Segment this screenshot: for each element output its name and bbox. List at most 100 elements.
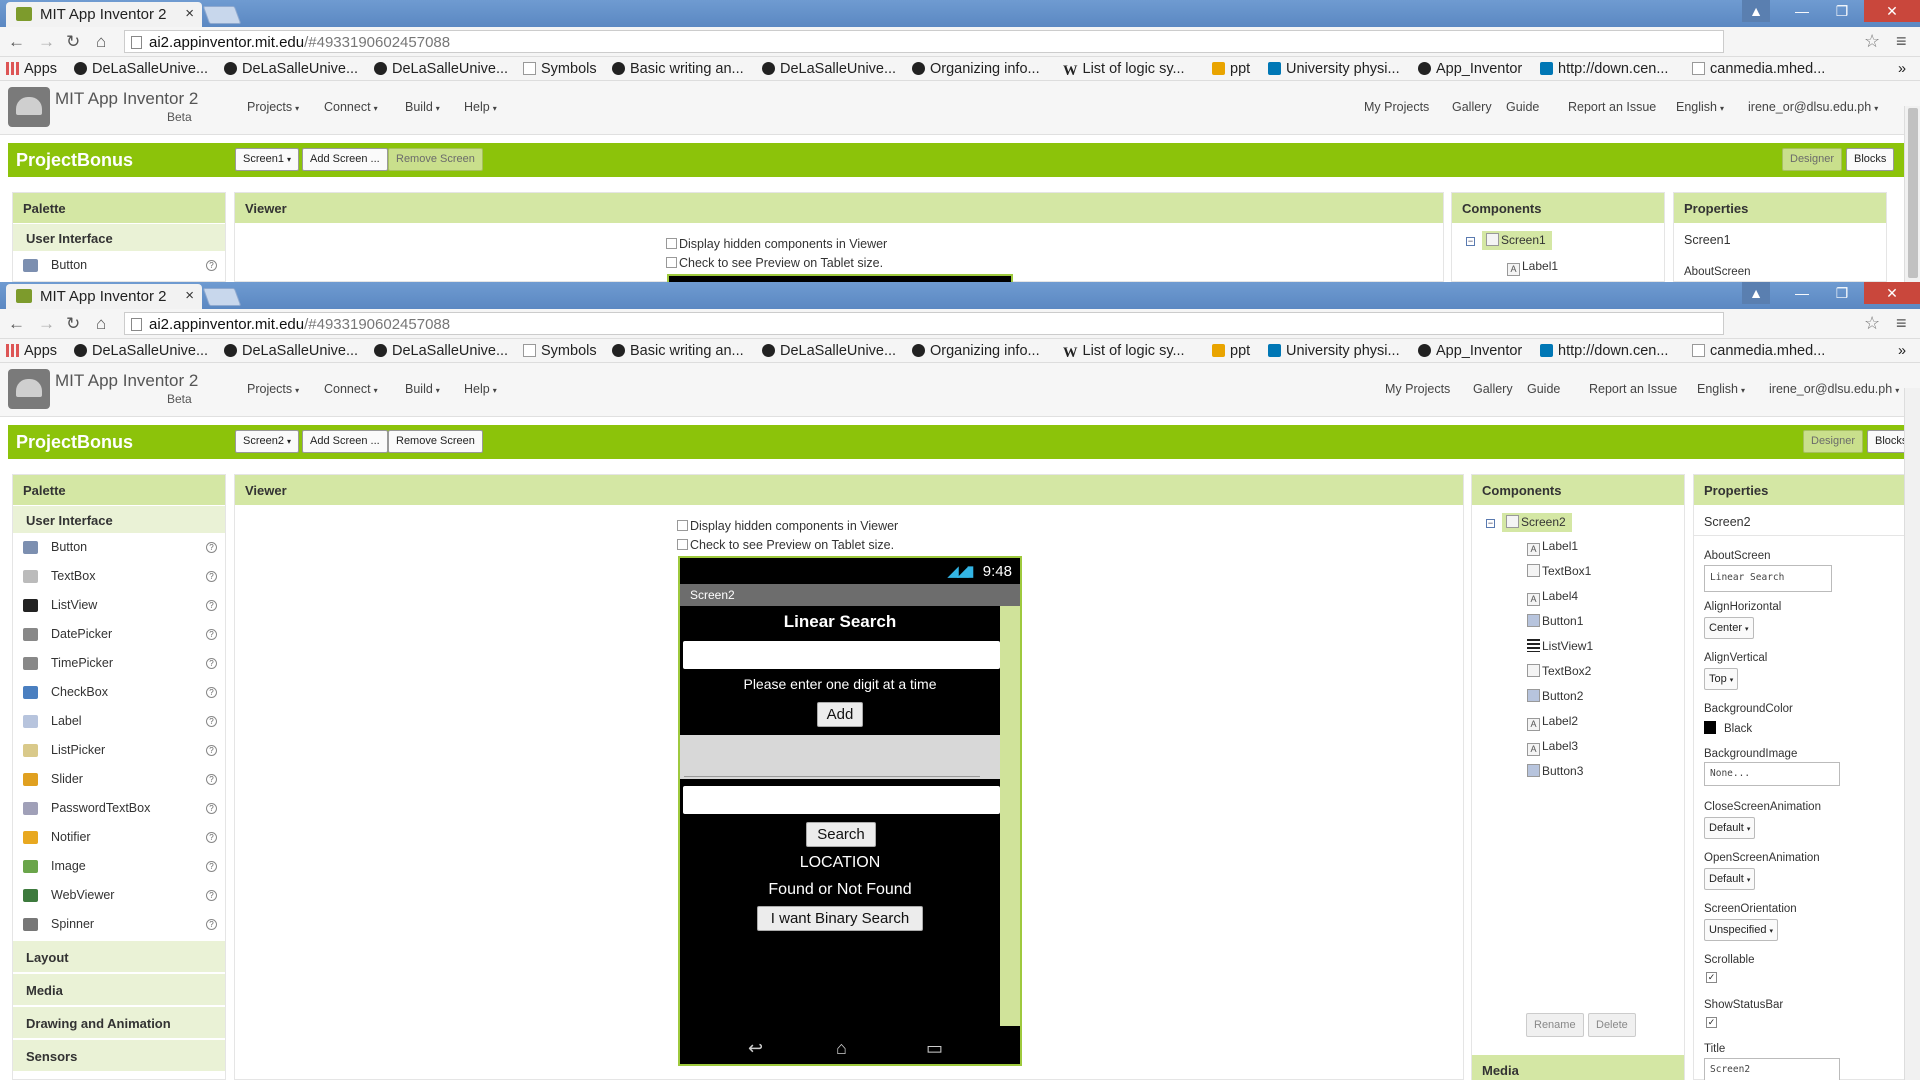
palette-category[interactable]: Layout — [13, 941, 225, 972]
blocks-button[interactable]: Blocks — [1846, 148, 1895, 171]
scrollable-checkbox[interactable]: ✓ — [1706, 972, 1717, 983]
bookmark-item[interactable]: canmedia.mhed... — [1692, 61, 1825, 77]
palette-item[interactable]: Notifier? — [13, 823, 225, 852]
designer-button[interactable]: Designer — [1803, 430, 1864, 453]
top-link[interactable]: Gallery — [1452, 100, 1492, 114]
help-icon[interactable]: ? — [206, 745, 217, 756]
tree-node[interactable]: TextBox2 — [1527, 664, 1591, 678]
search-button[interactable]: Search — [806, 822, 876, 847]
menu-connect[interactable]: Connect ▾ — [324, 100, 378, 114]
palette-item[interactable]: ListView? — [13, 591, 225, 620]
add-screen-button[interactable]: Add Screen ... — [302, 148, 388, 171]
address-bar[interactable]: ai2.appinventor.mit.edu/#493319060245708… — [124, 312, 1724, 335]
background-image-input[interactable]: None... — [1704, 762, 1840, 786]
collapse-icon[interactable]: − — [1466, 237, 1475, 246]
close-animation-dropdown[interactable]: Default ▾ — [1704, 817, 1756, 839]
bookmark-item[interactable]: Basic writing an... — [612, 343, 744, 359]
help-icon[interactable]: ? — [206, 919, 217, 930]
instruction-label[interactable]: Please enter one digit at a time — [680, 676, 1000, 692]
scrollbar-thumb[interactable] — [1908, 108, 1918, 278]
address-bar[interactable]: ai2.appinventor.mit.edu/#493319060245708… — [124, 30, 1724, 53]
palette-item[interactable]: CheckBox? — [13, 678, 225, 707]
display-hidden-option[interactable]: Display hidden components in Viewer — [677, 519, 898, 533]
display-hidden-checkbox[interactable] — [666, 238, 677, 249]
listview[interactable] — [680, 735, 1000, 779]
palette-category[interactable]: Sensors — [13, 1040, 225, 1071]
tablet-preview-checkbox[interactable] — [677, 539, 688, 550]
screen-select-dropdown[interactable]: Screen1 ▾ — [235, 148, 300, 171]
new-tab-button[interactable] — [202, 288, 242, 306]
display-hidden-option[interactable]: Display hidden components in Viewer — [666, 237, 887, 251]
top-link[interactable]: Guide — [1506, 100, 1539, 114]
bookmark-item[interactable]: http://down.cen... — [1540, 343, 1668, 359]
tree-node[interactable]: ListView1 — [1527, 639, 1593, 653]
bookmark-item[interactable]: DeLaSalleUnive... — [374, 61, 508, 77]
bookmark-item[interactable]: http://down.cen... — [1540, 61, 1668, 77]
chrome-menu-icon[interactable]: ≡ — [1896, 313, 1907, 334]
top-link[interactable]: Gallery — [1473, 382, 1513, 396]
menu-projects[interactable]: Projects ▾ — [247, 100, 299, 114]
home-icon[interactable]: ⌂ — [96, 314, 106, 334]
bookmark-item[interactable]: University physi... — [1268, 61, 1400, 77]
bookmark-item[interactable]: Symbols — [523, 343, 597, 359]
top-link[interactable]: Guide — [1527, 382, 1560, 396]
tree-node[interactable]: A Label1 — [1507, 259, 1558, 276]
help-icon[interactable]: ? — [206, 861, 217, 872]
maximize-button[interactable]: ❐ — [1824, 282, 1860, 304]
app-inventor-logo-icon[interactable] — [8, 369, 50, 409]
bookmark-item[interactable]: DeLaSalleUnive... — [74, 343, 208, 359]
browser-tab[interactable]: MIT App Inventor 2 × — [6, 284, 202, 309]
browser-tab[interactable]: MIT App Inventor 2 × — [6, 2, 202, 27]
bookmark-item[interactable]: DeLaSalleUnive... — [762, 61, 896, 77]
palette-item[interactable]: TextBox? — [13, 562, 225, 591]
help-icon[interactable]: ? — [206, 260, 217, 271]
help-icon[interactable]: ? — [206, 571, 217, 582]
page-scrollbar[interactable] — [1904, 106, 1920, 282]
screen-orientation-dropdown[interactable]: Unspecified ▾ — [1704, 919, 1778, 941]
close-window-button[interactable]: ✕ — [1864, 282, 1920, 304]
bookmark-item[interactable]: DeLaSalleUnive... — [224, 343, 358, 359]
palette-item[interactable]: Button? — [13, 533, 225, 562]
palette-item[interactable]: Spinner? — [13, 910, 225, 939]
bookmark-star-icon[interactable]: ☆ — [1864, 313, 1880, 334]
menu-projects[interactable]: Projects ▾ — [247, 382, 299, 396]
palette-item[interactable]: Button ? — [13, 251, 225, 280]
menu-connect[interactable]: Connect ▾ — [324, 382, 378, 396]
bookmark-item[interactable]: ppt — [1212, 61, 1250, 77]
maximize-button[interactable]: ❐ — [1824, 0, 1860, 22]
about-screen-input[interactable]: Linear Search — [1704, 565, 1832, 592]
tree-node[interactable]: A Label4 — [1527, 589, 1578, 606]
align-vertical-dropdown[interactable]: Top ▾ — [1704, 668, 1739, 690]
tree-node-root[interactable]: Screen2 — [1502, 513, 1572, 532]
tree-node[interactable]: A Label2 — [1527, 714, 1578, 731]
palette-category[interactable]: Drawing and Animation — [13, 1007, 225, 1038]
top-link[interactable]: Report an Issue — [1589, 382, 1677, 396]
help-icon[interactable]: ? — [206, 658, 217, 669]
top-link[interactable]: My Projects — [1385, 382, 1450, 396]
menu-help[interactable]: Help ▾ — [464, 100, 497, 114]
remove-screen-button[interactable]: Remove Screen — [388, 430, 483, 453]
bookmarks-overflow-icon[interactable]: » — [1898, 343, 1906, 359]
delete-button[interactable]: Delete — [1588, 1013, 1636, 1037]
found-label[interactable]: Found or Not Found — [680, 881, 1000, 899]
heading-label[interactable]: Linear Search — [680, 612, 1000, 632]
android-recent-icon[interactable]: ▭ — [926, 1038, 943, 1059]
bookmark-item[interactable]: Apps — [6, 61, 57, 77]
help-icon[interactable]: ? — [206, 832, 217, 843]
designer-button[interactable]: Designer — [1782, 148, 1843, 171]
tree-node[interactable]: Button2 — [1527, 689, 1583, 703]
bookmark-star-icon[interactable]: ☆ — [1864, 31, 1880, 52]
reload-icon[interactable]: ↻ — [66, 32, 80, 52]
tree-node[interactable]: A Label3 — [1527, 739, 1578, 756]
tablet-preview-option[interactable]: Check to see Preview on Tablet size. — [666, 256, 883, 270]
app-inventor-logo-icon[interactable] — [8, 87, 50, 127]
bookmarks-overflow-icon[interactable]: » — [1898, 61, 1906, 77]
bookmark-item[interactable]: DeLaSalleUnive... — [74, 61, 208, 77]
android-back-icon[interactable]: ↩ — [748, 1038, 763, 1059]
android-home-icon[interactable]: ⌂ — [836, 1038, 847, 1059]
bookmark-item[interactable]: DeLaSalleUnive... — [762, 343, 896, 359]
tree-node[interactable]: Button3 — [1527, 764, 1583, 778]
help-icon[interactable]: ? — [206, 600, 217, 611]
page-scrollbar[interactable] — [1904, 388, 1920, 1080]
tab-close-icon[interactable]: × — [185, 287, 194, 304]
